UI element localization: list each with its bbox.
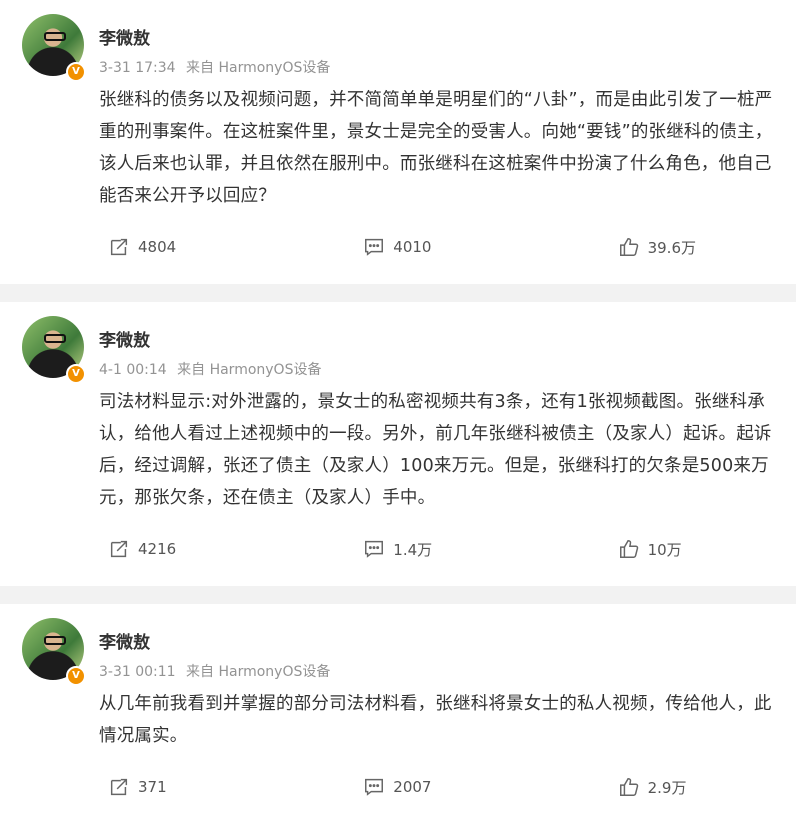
repost-icon: [110, 778, 128, 796]
post-card: V 李微敖 3-31 00:11 来自 HarmonyOS设备 从几年前我看到并…: [0, 604, 796, 824]
post-time[interactable]: 3-31 00:11: [99, 664, 176, 680]
post-meta: 3-31 17:34 来自 HarmonyOS设备: [99, 57, 330, 77]
post-text: 司法材料显示:对外泄露的，景女士的私密视频共有3条，还有1张视频截图。张继科承认…: [99, 392, 772, 508]
post-header: V 李微敖 4-1 00:14 来自 HarmonyOS设备: [0, 302, 796, 384]
repost-count: 4804: [138, 238, 177, 256]
author-name[interactable]: 李微敖: [99, 24, 150, 49]
post-card: V 李微敖 3-31 17:34 来自 HarmonyOS设备 张继科的债务以及…: [0, 0, 796, 284]
post-source: 来自 HarmonyOS设备: [186, 60, 331, 76]
comment-icon: [365, 540, 384, 558]
comment-count: 4010: [393, 238, 432, 256]
post-actions: 371 2007 2.9万: [0, 752, 796, 824]
comment-icon: [365, 238, 384, 256]
author-name[interactable]: 李微敖: [99, 628, 150, 653]
like-button[interactable]: 2.9万: [531, 776, 796, 798]
comment-button[interactable]: 2007: [265, 776, 530, 798]
post-text: 从几年前我看到并掌握的部分司法材料看，张继科将景女士的私人视频，传给他人，此情况…: [99, 694, 772, 746]
post-time[interactable]: 4-1 00:14: [99, 362, 167, 378]
post-actions: 4216 1.4万 10万: [0, 514, 796, 586]
repost-button[interactable]: 4804: [0, 236, 265, 258]
like-button[interactable]: 10万: [531, 538, 796, 560]
like-count: 10万: [647, 540, 682, 559]
repost-count: 4216: [138, 540, 177, 558]
comment-count: 2007: [393, 778, 432, 796]
like-icon: [619, 540, 638, 558]
repost-icon: [110, 540, 128, 558]
post-actions: 4804 4010 39.6万: [0, 212, 796, 284]
verified-badge-icon: V: [66, 364, 86, 384]
post-source: 来自 HarmonyOS设备: [177, 362, 322, 378]
repost-button[interactable]: 4216: [0, 538, 265, 560]
comment-button[interactable]: 1.4万: [265, 538, 530, 560]
post-header: V 李微敖 3-31 17:34 来自 HarmonyOS设备: [0, 0, 796, 82]
post-meta: 4-1 00:14 来自 HarmonyOS设备: [99, 359, 321, 379]
post-source: 来自 HarmonyOS设备: [186, 664, 331, 680]
like-icon: [619, 238, 638, 256]
weibo-feed: V 李微敖 3-31 17:34 来自 HarmonyOS设备 张继科的债务以及…: [0, 0, 796, 824]
post-header: V 李微敖 3-31 00:11 来自 HarmonyOS设备: [0, 604, 796, 686]
repost-count: 371: [138, 778, 167, 796]
verified-badge-icon: V: [66, 62, 86, 82]
repost-button[interactable]: 371: [0, 776, 265, 798]
like-count: 39.6万: [647, 238, 696, 257]
comment-icon: [365, 778, 384, 796]
comment-button[interactable]: 4010: [265, 236, 530, 258]
like-icon: [619, 778, 638, 796]
post-meta: 3-31 00:11 来自 HarmonyOS设备: [99, 661, 330, 681]
repost-icon: [110, 238, 128, 256]
post-time[interactable]: 3-31 17:34: [99, 60, 176, 76]
like-count: 2.9万: [647, 778, 687, 797]
like-button[interactable]: 39.6万: [531, 236, 796, 258]
post-card: V 李微敖 4-1 00:14 来自 HarmonyOS设备 司法材料显示:对外…: [0, 302, 796, 586]
comment-count: 1.4万: [393, 540, 433, 559]
verified-badge-icon: V: [66, 666, 86, 686]
author-name[interactable]: 李微敖: [99, 326, 150, 351]
post-text: 张继科的债务以及视频问题，并不简简单单是明星们的“八卦”，而是由此引发了一桩严重…: [99, 90, 773, 206]
